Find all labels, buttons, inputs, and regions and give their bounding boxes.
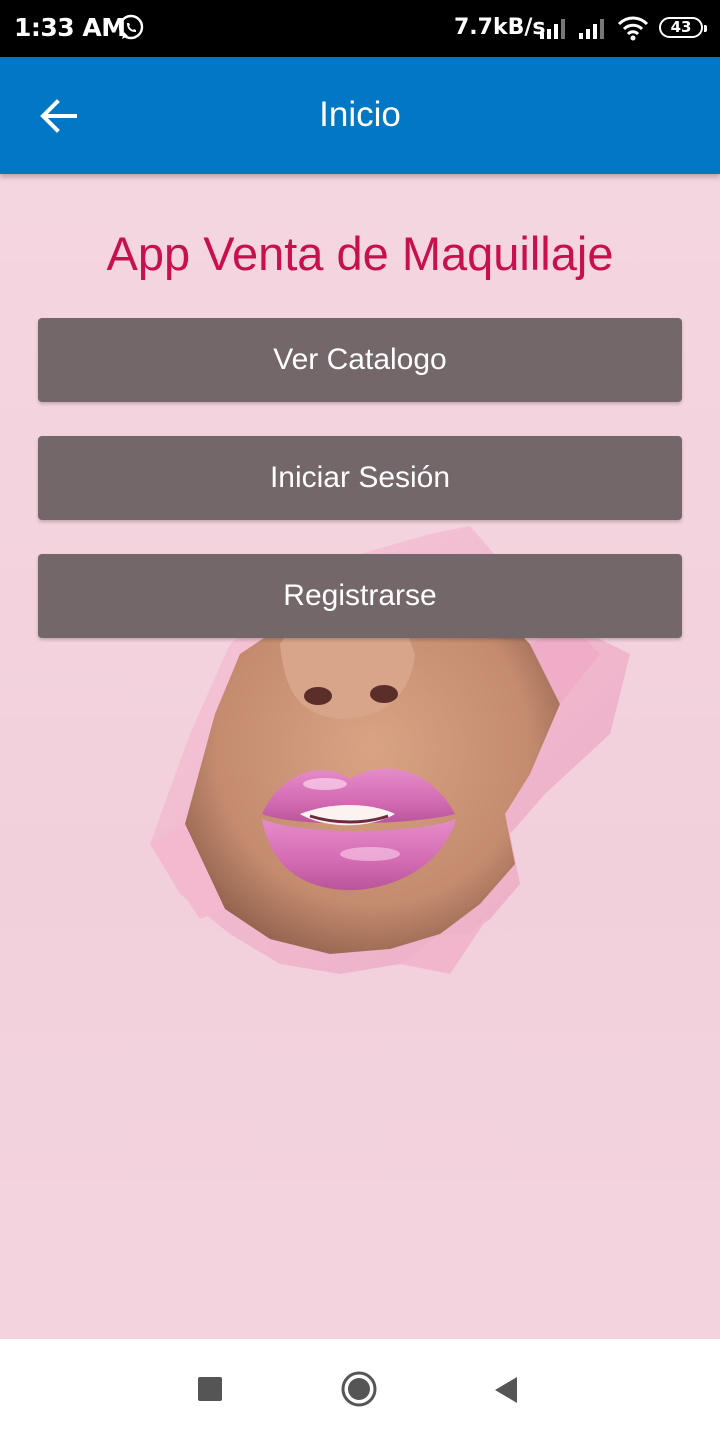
wifi-icon bbox=[617, 16, 649, 41]
status-bar: 1:33 AM 7.7kB/s 43 bbox=[0, 0, 720, 57]
content-area: App Venta de Maquillaje Ver Catalogo Ini… bbox=[0, 174, 720, 1339]
app-title: App Venta de Maquillaje bbox=[106, 227, 614, 280]
home-circle-icon[interactable] bbox=[341, 1371, 377, 1407]
app-bar: Inicio bbox=[0, 57, 720, 174]
whatsapp-icon bbox=[118, 14, 144, 40]
back-triangle-icon[interactable] bbox=[493, 1375, 519, 1405]
register-button[interactable]: Registrarse bbox=[38, 554, 682, 638]
recents-square-icon[interactable] bbox=[198, 1377, 222, 1401]
network-speed: 7.7kB/s bbox=[454, 15, 546, 40]
signal-icon bbox=[579, 19, 604, 39]
login-button[interactable]: Iniciar Sesión bbox=[38, 436, 682, 520]
battery-level: 43 bbox=[670, 18, 692, 36]
page-title: Inicio bbox=[319, 95, 401, 134]
screen: 1:33 AM 7.7kB/s 43 Inicio App Venta de M… bbox=[0, 0, 720, 1440]
status-time: 1:33 AM bbox=[14, 13, 126, 42]
view-catalog-button[interactable]: Ver Catalogo bbox=[38, 318, 682, 402]
battery-icon: 43 bbox=[659, 17, 707, 38]
signal-icon bbox=[540, 19, 565, 39]
navigation-bar bbox=[0, 1339, 720, 1440]
